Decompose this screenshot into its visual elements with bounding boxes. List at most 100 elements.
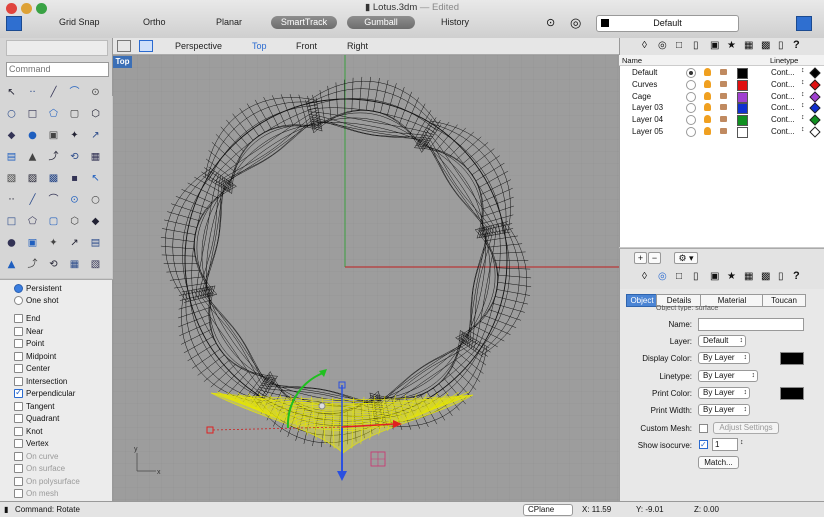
panel-toggle-icon[interactable]	[796, 16, 812, 31]
current-layer-radio[interactable]	[686, 115, 696, 125]
viewport-canvas[interactable]: x y	[113, 55, 619, 501]
name-field[interactable]	[698, 318, 804, 331]
layer-options-gear-icon[interactable]: ⚙ ▾	[674, 252, 698, 264]
visibility-bulb-icon[interactable]	[704, 103, 711, 111]
ortho-toggle[interactable]: Ortho	[143, 17, 166, 27]
show-isocurve-checkbox[interactable]: ✓	[699, 440, 708, 449]
palette-icon[interactable]: ★	[727, 40, 736, 51]
grid-icon[interactable]: ▦	[744, 271, 753, 282]
cube-icon[interactable]: □	[676, 40, 682, 51]
cplane-dropdown[interactable]: CPlane	[523, 504, 573, 516]
grid-icon[interactable]: ▦	[744, 40, 753, 51]
osnap-target-icon[interactable]: ⊙	[546, 16, 555, 29]
layer-row[interactable]: Layer 05Cont...↕	[620, 126, 824, 138]
camera-icon[interactable]: ▣	[710, 271, 719, 282]
layer-linetype[interactable]: Cont...	[771, 80, 795, 89]
layer-row[interactable]: DefaultCont...↕	[620, 67, 824, 79]
layers-icon[interactable]: ◊	[642, 271, 647, 282]
visibility-bulb-icon[interactable]	[704, 115, 711, 123]
layer-linetype[interactable]: Cont...	[771, 103, 795, 112]
isocurve-density-field[interactable]: 1	[712, 438, 738, 451]
document-icon[interactable]: ▯	[693, 40, 699, 51]
layer-color-swatch[interactable]	[737, 68, 748, 79]
tool-icons[interactable]: ↖··╱⌒⊙○□⬠▢⬡◆●▣✦↗▤▲⤴⟲▦▧▨▩▪↖··╱⌒⊙○□⬠▢⬡◆●▣✦…	[0, 81, 112, 278]
smarttrack-toggle[interactable]: SmartTrack	[271, 16, 337, 29]
layers-icon[interactable]: ◊	[642, 40, 647, 51]
layer-name[interactable]: Default	[632, 68, 657, 77]
cylinder-icon[interactable]: ▯	[778, 271, 784, 282]
adjust-settings-button[interactable]: Adjust Settings	[713, 422, 779, 434]
command-input[interactable]	[6, 62, 109, 77]
layer-name[interactable]: Layer 04	[632, 115, 663, 124]
visibility-bulb-icon[interactable]	[704, 127, 711, 135]
current-layer-radio[interactable]	[686, 127, 696, 137]
visibility-bulb-icon[interactable]	[704, 80, 711, 88]
layer-row[interactable]: Layer 03Cont...↕	[620, 102, 824, 114]
remove-layer-button[interactable]: −	[648, 252, 661, 264]
camera-icon[interactable]: ▣	[710, 40, 719, 51]
current-layer-radio[interactable]	[686, 92, 696, 102]
layer-name[interactable]: Layer 05	[632, 127, 663, 136]
cylinder-icon[interactable]: ▯	[778, 40, 784, 51]
monitor-icon[interactable]: ▩	[761, 271, 770, 282]
monitor-icon[interactable]: ▩	[761, 40, 770, 51]
match-button[interactable]: Match...	[698, 456, 739, 469]
tab-object[interactable]: Object	[626, 294, 658, 307]
layer-row[interactable]: Layer 04Cont...↕	[620, 114, 824, 126]
viewport-name-label[interactable]: Top	[113, 56, 132, 68]
layer-name[interactable]: Cage	[632, 92, 651, 101]
layer-color-swatch[interactable]	[737, 115, 748, 126]
print-color-swatch[interactable]	[780, 387, 804, 400]
sidebar-toggle-icon[interactable]	[6, 16, 22, 31]
print-color-diamond-icon[interactable]	[809, 115, 820, 126]
print-width-dropdown[interactable]: By Layer	[698, 404, 750, 416]
record-icon[interactable]: ◎	[570, 15, 581, 31]
layer-color-swatch[interactable]	[737, 127, 748, 138]
layers-name-header[interactable]: Name	[622, 56, 642, 65]
properties-icon[interactable]: ◎	[658, 271, 667, 282]
layers-linetype-header[interactable]: Linetype	[770, 56, 798, 65]
lock-icon[interactable]	[720, 69, 727, 75]
layer-dropdown[interactable]: Default	[698, 335, 746, 347]
layer-color-swatch[interactable]	[737, 92, 748, 103]
palette-icon[interactable]: ★	[727, 271, 736, 282]
single-view-layout-icon[interactable]	[139, 40, 153, 52]
print-color-diamond-icon[interactable]	[809, 126, 820, 137]
add-layer-button[interactable]: +	[634, 252, 647, 264]
visibility-bulb-icon[interactable]	[704, 68, 711, 76]
tab-front[interactable]: Front	[296, 41, 317, 51]
layer-row[interactable]: CageCont...↕	[620, 91, 824, 103]
grid-snap-toggle[interactable]: Grid Snap	[59, 17, 100, 27]
print-color-dropdown[interactable]: By Layer	[698, 387, 750, 399]
layer-linetype[interactable]: Cont...	[771, 115, 795, 124]
visibility-bulb-icon[interactable]	[704, 92, 711, 100]
history-toggle[interactable]: History	[441, 17, 469, 27]
layer-row[interactable]: CurvesCont...↕	[620, 79, 824, 91]
isocurve-stepper[interactable]: ↕	[740, 439, 744, 446]
current-layer-dropdown[interactable]: Default	[596, 15, 739, 32]
document-icon[interactable]: ▯	[693, 271, 699, 282]
display-color-swatch[interactable]	[780, 352, 804, 365]
linetype-dropdown[interactable]: By Layer	[698, 370, 758, 382]
gumball-toggle[interactable]: Gumball	[347, 16, 415, 29]
tab-right[interactable]: Right	[347, 41, 368, 51]
layer-name[interactable]: Curves	[632, 80, 657, 89]
planar-toggle[interactable]: Planar	[216, 17, 242, 27]
lock-icon[interactable]	[720, 93, 727, 99]
help-icon[interactable]: ?	[793, 270, 800, 282]
layer-linetype[interactable]: Cont...	[771, 127, 795, 136]
tab-top[interactable]: Top	[252, 41, 267, 51]
lock-icon[interactable]	[720, 128, 727, 134]
layer-color-swatch[interactable]	[737, 80, 748, 91]
current-layer-radio[interactable]	[686, 80, 696, 90]
print-color-diamond-icon[interactable]	[809, 79, 820, 90]
layer-color-swatch[interactable]	[737, 103, 748, 114]
four-view-layout-icon[interactable]	[117, 40, 131, 52]
layer-name[interactable]: Layer 03	[632, 103, 663, 112]
layer-linetype[interactable]: Cont...	[771, 68, 795, 77]
display-icon[interactable]: ◎	[658, 40, 667, 51]
print-color-diamond-icon[interactable]	[809, 67, 820, 78]
current-layer-radio[interactable]	[686, 68, 696, 78]
cube-icon[interactable]: □	[676, 271, 682, 282]
help-icon[interactable]: ?	[793, 39, 800, 51]
